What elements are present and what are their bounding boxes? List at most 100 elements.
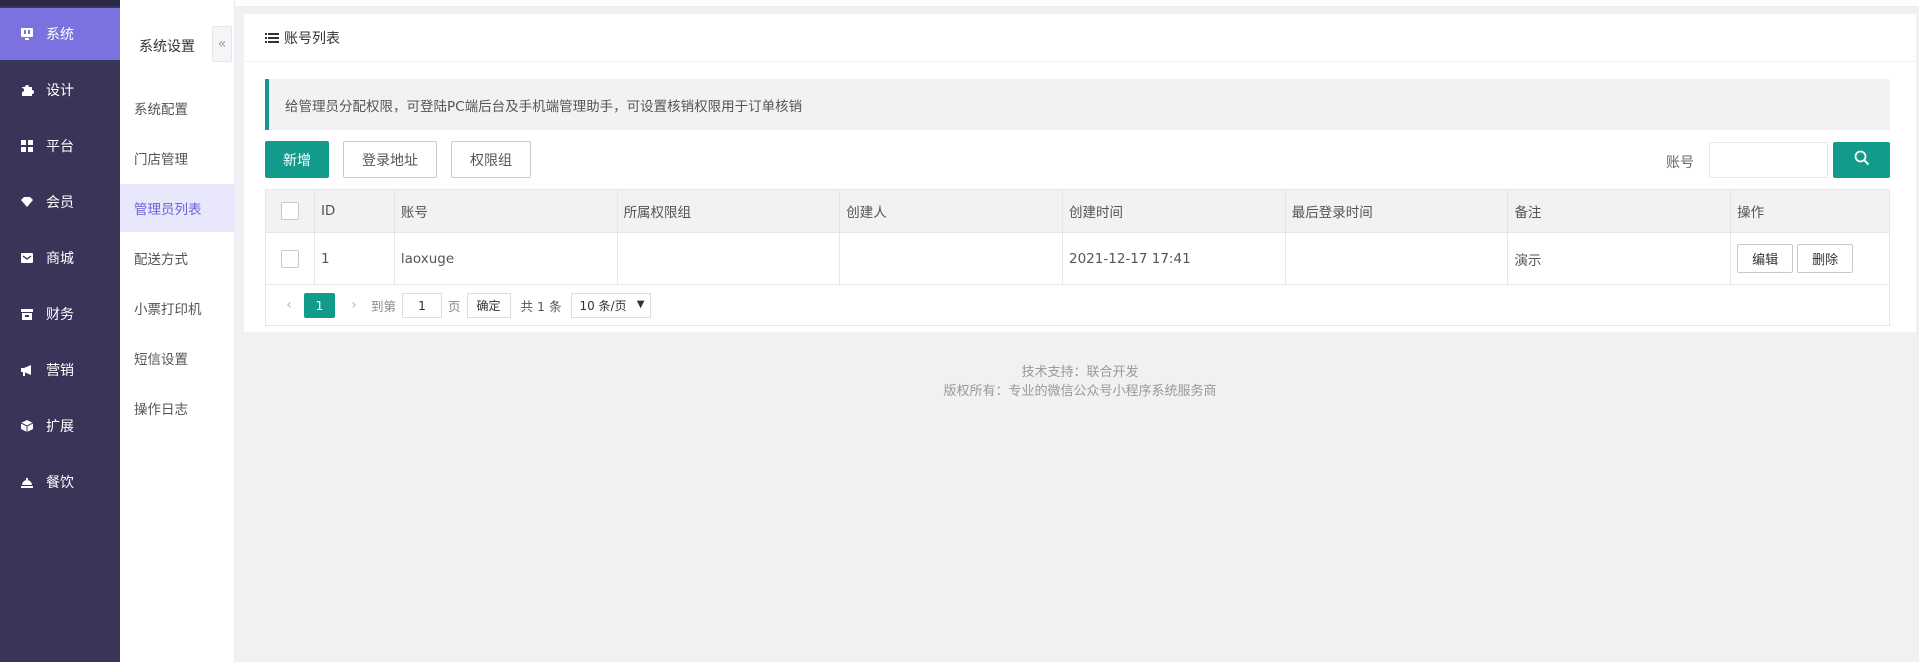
card-header: 账号列表 (244, 14, 1916, 62)
cell-group (618, 233, 841, 284)
nav-top-bar (0, 0, 120, 6)
sub-item-operation-log[interactable]: 操作日志 (120, 384, 235, 432)
prev-page-icon[interactable]: ‹ (278, 294, 300, 316)
diamond-icon (20, 195, 34, 209)
total-count: 共 1 条 (520, 298, 562, 314)
header-account: 账号 (395, 190, 618, 232)
select-all-checkbox[interactable] (280, 202, 299, 220)
login-url-button[interactable]: 登录地址 (343, 141, 437, 178)
nav-item-extension[interactable]: 扩展 (0, 400, 120, 452)
header-note: 备注 (1508, 190, 1732, 232)
cell-operations: 编辑 删除 (1731, 233, 1889, 284)
sub-item-label: 小票打印机 (134, 302, 202, 318)
sub-item-label: 配送方式 (134, 252, 188, 268)
account-table: ID 账号 所属权限组 创建人 创建时间 最后登录时间 备注 操作 1 laox… (265, 189, 1890, 326)
sub-item-store-manage[interactable]: 门店管理 (120, 134, 235, 182)
nav-item-system[interactable]: 系统 (0, 8, 120, 60)
sub-item-label: 门店管理 (134, 152, 188, 168)
edit-button[interactable]: 编辑 (1737, 244, 1794, 273)
header-select-cell (266, 190, 315, 232)
bell-icon (20, 475, 34, 489)
sub-item-label: 操作日志 (134, 402, 188, 418)
account-list-card: 账号列表 给管理员分配权限，可登陆PC端后台及手机端管理助手，可设置核销权限用于… (244, 14, 1916, 332)
next-page-icon[interactable]: › (343, 294, 365, 316)
search-icon (1854, 150, 1870, 170)
sub-item-label: 系统配置 (134, 102, 188, 118)
page-title: 账号列表 (284, 30, 340, 47)
nav-item-member[interactable]: 会员 (0, 176, 120, 228)
header-id: ID (315, 190, 395, 232)
footer-support: 技术支持：联合开发 (1021, 365, 1139, 380)
nav-item-label: 餐饮 (46, 475, 74, 491)
collapse-sidebar-button[interactable]: « (212, 26, 232, 62)
search-label: 账号 (1666, 155, 1694, 171)
table-row: 1 laoxuge 2021-12-17 17:41 演示 编辑 删除 (266, 233, 1889, 285)
cell-note: 演示 (1508, 233, 1732, 284)
nav-item-label: 商城 (46, 251, 74, 267)
nav-item-label: 设计 (46, 83, 74, 99)
cell-account: laoxuge (395, 233, 618, 284)
grid-icon (20, 139, 34, 153)
search-button[interactable] (1833, 142, 1890, 178)
cell-last-login (1286, 233, 1509, 284)
table-header: ID 账号 所属权限组 创建人 创建时间 最后登录时间 备注 操作 (266, 190, 1889, 233)
header-created-time: 创建时间 (1063, 190, 1286, 232)
nav-item-label: 会员 (46, 195, 74, 211)
nav-item-catering[interactable]: 餐饮 (0, 456, 120, 508)
info-tip: 给管理员分配权限，可登陆PC端后台及手机端管理助手，可设置核销权限用于订单核销 (265, 79, 1890, 130)
sub-item-system-config[interactable]: 系统配置 (120, 84, 235, 132)
nav-item-design[interactable]: 设计 (0, 64, 120, 116)
header-operations: 操作 (1737, 205, 1765, 221)
sub-menu-title: 系统设置 (139, 39, 195, 55)
nav-item-finance[interactable]: 财务 (0, 288, 120, 340)
sub-item-label: 短信设置 (134, 352, 188, 368)
header-last-login: 最后登录时间 (1286, 190, 1509, 232)
list-icon (265, 32, 279, 44)
cell-creator (840, 233, 1063, 284)
nav-item-marketing[interactable]: 营销 (0, 344, 120, 396)
sub-item-sms-settings[interactable]: 短信设置 (120, 334, 235, 382)
sub-item-delivery[interactable]: 配送方式 (120, 234, 235, 282)
cell-created-time: 2021-12-17 17:41 (1063, 233, 1286, 284)
header-creator: 创建人 (840, 190, 1063, 232)
cube-icon (20, 419, 34, 433)
header-group: 所属权限组 (618, 190, 841, 232)
caret-down-icon: ▼ (636, 298, 645, 310)
wallet-icon (20, 307, 34, 321)
top-strip (235, 0, 1919, 7)
nav-item-platform[interactable]: 平台 (0, 120, 120, 172)
permission-group-button[interactable]: 权限组 (451, 141, 531, 178)
page-size-select[interactable]: 10 条/页 ▼ (571, 292, 652, 318)
megaphone-icon (20, 363, 34, 377)
page-size-value: 10 条/页 (579, 298, 627, 313)
nav-item-label: 财务 (46, 307, 74, 323)
add-button[interactable]: 新增 (265, 141, 329, 178)
current-page-button[interactable]: 1 (304, 292, 335, 318)
puzzle-icon (20, 83, 34, 97)
footer-copyright: 版权所有：专业的微信公众号小程序系统服务商 (943, 384, 1217, 399)
goto-confirm-button[interactable]: 确定 (466, 292, 511, 318)
nav-item-label: 扩展 (46, 419, 74, 435)
sub-item-admin-list[interactable]: 管理员列表 (120, 184, 235, 232)
row-checkbox[interactable] (280, 249, 299, 268)
nav-item-mall[interactable]: 商城 (0, 232, 120, 284)
double-chevron-left-icon: « (217, 36, 227, 52)
pagination: ‹ 1 › 到第 页 确定 共 1 条 10 条/页 ▼ (266, 285, 1889, 325)
goto-page-input[interactable] (402, 292, 443, 318)
main-nav: 系统 设计 平台 会员 商城 财务 营销 扩展 餐饮 (0, 0, 120, 662)
delete-button[interactable]: 删除 (1797, 244, 1854, 273)
sub-menu: 系统设置 系统配置 门店管理 管理员列表 配送方式 小票打印机 短信设置 操作日… (120, 0, 235, 662)
account-search-input[interactable] (1709, 142, 1828, 178)
nav-item-label: 营销 (46, 363, 74, 379)
sub-item-label: 管理员列表 (134, 202, 202, 218)
mail-icon (20, 251, 34, 265)
goto-suffix: 页 (448, 298, 461, 314)
row-select-cell (266, 233, 315, 284)
cell-id: 1 (315, 233, 395, 284)
tv-icon (20, 27, 34, 41)
nav-item-label: 系统 (46, 27, 74, 43)
goto-prefix: 到第 (371, 298, 397, 314)
tip-text: 给管理员分配权限，可登陆PC端后台及手机端管理助手，可设置核销权限用于订单核销 (285, 98, 803, 115)
sub-item-receipt-printer[interactable]: 小票打印机 (120, 284, 235, 332)
nav-item-label: 平台 (46, 139, 74, 155)
